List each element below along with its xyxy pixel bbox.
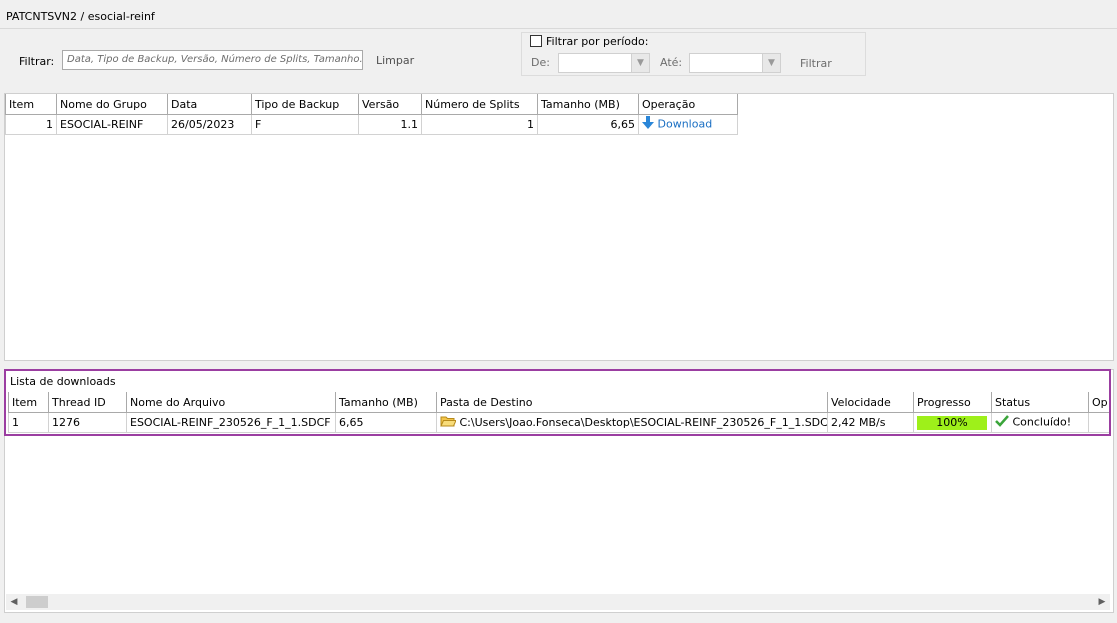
apply-filter-button[interactable]: Filtrar [800,57,832,70]
from-date-combo[interactable]: ▼ [558,53,650,73]
cell-item: 1 [5,114,57,135]
horizontal-scrollbar[interactable]: ◀ ▶ [6,594,1110,610]
cell-tipo: F [251,114,359,135]
downloads-highlight [4,369,1111,436]
cell-versao: 1.1 [358,114,422,135]
cell-data: 26/05/2023 [167,114,252,135]
backups-grid: Item Nome do Grupo Data Tipo de Backup V… [4,93,1114,361]
cell-grupo: ESOCIAL-REINF [56,114,168,135]
to-date-combo[interactable]: ▼ [689,53,781,73]
backups-header-row: Item Nome do Grupo Data Tipo de Backup V… [5,94,738,115]
scroll-right-icon[interactable]: ▶ [1094,594,1110,610]
period-filter-label: Filtrar por período: [546,35,649,48]
filter-label: Filtrar: [19,55,55,68]
splitter-grip[interactable] [540,363,578,372]
filter-input[interactable]: Data, Tipo de Backup, Versão, Número de … [62,50,363,70]
download-arrow-icon [642,116,654,133]
column-header[interactable]: Data [167,94,252,115]
to-label: Até: [660,56,683,69]
title-divider [0,28,1117,29]
backups-table: Item Nome do Grupo Data Tipo de Backup V… [5,94,738,135]
column-header[interactable]: Tamanho (MB) [537,94,639,115]
clear-button[interactable]: Limpar [376,54,414,67]
window-title: PATCNTSVN2 / esocial-reinf [6,10,155,23]
column-header[interactable]: Versão [358,94,422,115]
from-label: De: [531,56,550,69]
column-header[interactable]: Tipo de Backup [251,94,359,115]
chevron-down-icon: ▼ [631,54,649,72]
cell-operacao[interactable]: Download [638,114,738,135]
scrollbar-thumb[interactable] [26,596,48,608]
cell-tamanho: 6,65 [537,114,639,135]
period-filter-checkbox[interactable] [530,35,542,47]
scroll-left-icon[interactable]: ◀ [6,594,22,610]
column-header[interactable]: Operação [638,94,738,115]
column-header[interactable]: Nome do Grupo [56,94,168,115]
table-row[interactable]: 1 ESOCIAL-REINF 26/05/2023 F 1.1 1 6,65 … [5,114,738,135]
column-header[interactable]: Item [5,94,57,115]
chevron-down-icon: ▼ [762,54,780,72]
download-link[interactable]: Download [658,118,713,131]
column-header[interactable]: Número de Splits [421,94,538,115]
cell-splits: 1 [421,114,538,135]
